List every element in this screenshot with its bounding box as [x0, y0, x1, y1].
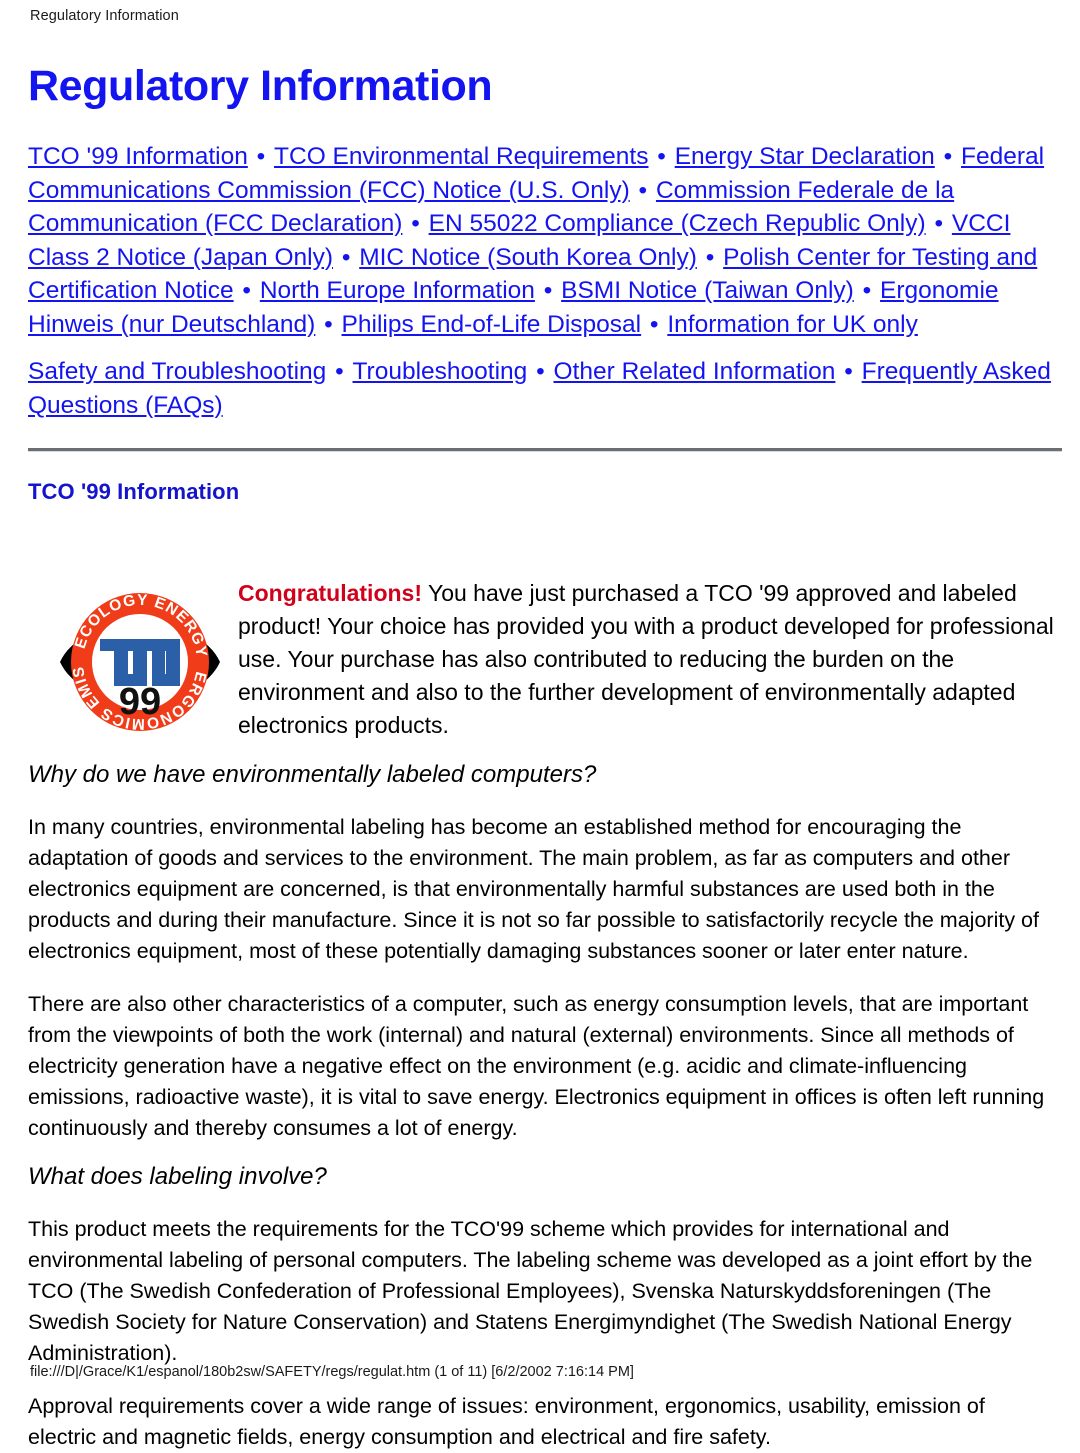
- subsection-heading: What does labeling involve?: [28, 1163, 327, 1190]
- body-paragraph: In many countries, environmental labelin…: [28, 815, 1039, 963]
- congratulations-lead: Congratulations!: [238, 580, 422, 606]
- link-separator: •: [631, 176, 654, 204]
- body-paragraph: There are also other characteristics of …: [28, 992, 1045, 1140]
- tco-99-certification-logo: ECOLOGY ENERGY ERGONOMICS EMISSIONS: [47, 569, 226, 742]
- document-content: Regulatory Information TCO '99 Informati…: [28, 62, 1062, 1453]
- link-separator: •: [249, 143, 273, 170]
- link-separator: •: [936, 143, 959, 170]
- congratulations-cell: Congratulations! You have just purchased…: [238, 577, 1062, 742]
- svg-text:99: 99: [119, 681, 161, 723]
- link-separator: •: [404, 210, 427, 237]
- nav-link-other-related-information[interactable]: Other Related Information: [554, 358, 836, 385]
- nav-link-philips-end-of-life-disposal[interactable]: Philips End-of-Life Disposal: [342, 311, 642, 338]
- link-separator: •: [235, 277, 258, 304]
- related-links-paragraph: Safety and Troubleshooting • Troubleshoo…: [28, 355, 1056, 422]
- nav-link-safety-and-troubleshooting[interactable]: Safety and Troubleshooting: [28, 358, 326, 385]
- nav-link-mic-notice-south-korea-only[interactable]: MIC Notice (South Korea Only): [359, 244, 697, 271]
- tco-logo-and-congrats-row: ECOLOGY ENERGY ERGONOMICS EMISSIONS: [28, 569, 1062, 742]
- nav-link-energy-star-declaration[interactable]: Energy Star Declaration: [675, 143, 935, 170]
- link-separator: •: [529, 358, 552, 385]
- link-separator: •: [927, 210, 950, 237]
- section-title-tco99: TCO '99 Information: [28, 479, 240, 504]
- link-separator: •: [698, 243, 722, 271]
- footer-path: file:///D|/Grace/K1/espanol/180b2sw/SAFE…: [30, 1364, 634, 1380]
- link-separator: •: [650, 143, 673, 170]
- running-head: Regulatory Information: [30, 8, 179, 24]
- link-separator: •: [536, 277, 560, 304]
- nav-link-en-55022-compliance-czech-republic-only[interactable]: EN 55022 Compliance (Czech Republic Only…: [429, 210, 926, 237]
- link-separator: •: [328, 358, 351, 385]
- nav-link-troubleshooting[interactable]: Troubleshooting: [353, 358, 528, 385]
- tco-logo-cell: ECOLOGY ENERGY ERGONOMICS EMISSIONS: [28, 569, 238, 742]
- subsection-heading: Why do we have environmentally labeled c…: [28, 761, 597, 788]
- body-paragraph: Approval requirements cover a wide range…: [28, 1394, 985, 1449]
- document-page: Regulatory Information Regulatory Inform…: [0, 0, 1080, 1449]
- body-paragraph: This product meets the requirements for …: [28, 1217, 1033, 1365]
- link-separator: •: [643, 310, 666, 338]
- nav-link-information-for-uk-only[interactable]: Information for UK only: [667, 311, 918, 338]
- page-title: Regulatory Information: [28, 62, 493, 110]
- nav-link-bsmi-notice-taiwan-only[interactable]: BSMI Notice (Taiwan Only): [561, 277, 854, 304]
- subsections-container: Why do we have environmentally labeled c…: [28, 760, 1062, 1453]
- link-separator: •: [837, 358, 860, 385]
- link-separator: •: [335, 243, 358, 271]
- link-separator: •: [855, 277, 879, 304]
- nav-link-tco-environmental-requirements[interactable]: TCO Environmental Requirements: [274, 143, 648, 170]
- regulatory-links-paragraph: TCO '99 Information • TCO Environmental …: [28, 140, 1056, 341]
- nav-link-north-europe-information[interactable]: North Europe Information: [260, 277, 535, 304]
- nav-link-tco-99-information[interactable]: TCO '99 Information: [28, 143, 248, 170]
- horizontal-divider: [28, 448, 1062, 452]
- link-separator: •: [317, 310, 340, 338]
- congratulations-paragraph: Congratulations! You have just purchased…: [238, 577, 1062, 742]
